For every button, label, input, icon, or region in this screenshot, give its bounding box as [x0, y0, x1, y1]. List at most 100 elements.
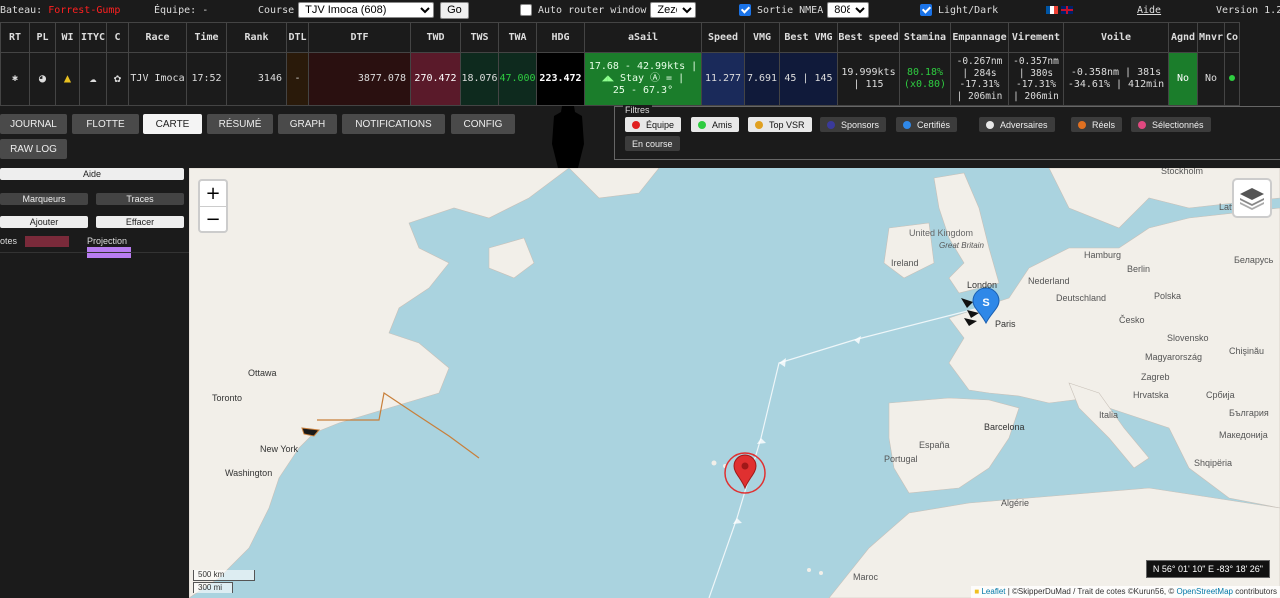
traces-button[interactable]: Traces — [96, 193, 184, 205]
tab-journal[interactable]: JOURNAL — [0, 114, 67, 134]
africa-land — [828, 487, 1280, 598]
coastline-color-swatch[interactable] — [25, 236, 69, 247]
header-cell[interactable]: ITYC — [79, 22, 107, 53]
auto-router-label: Auto router window — [538, 4, 647, 16]
north-america-land — [189, 168, 570, 598]
map-label: Italia — [1099, 410, 1118, 420]
version-text: Version 1.2.3 — [1216, 4, 1280, 16]
tab-flotte[interactable]: FLOTTE — [72, 114, 139, 134]
sail-change-cell: -0.358nm | 381s -34.61% | 412min — [1063, 52, 1169, 106]
filter-certifies[interactable]: Certifiés — [896, 117, 958, 132]
top-bar: Bateau: Forrest-Gump Équipe: - Course TJ… — [0, 0, 1280, 22]
header-cell[interactable]: TWS — [460, 22, 499, 53]
go-button[interactable]: Go — [440, 1, 469, 19]
osm-link[interactable]: OpenStreetMap — [1176, 587, 1232, 596]
nmea-port-select[interactable]: 8081 — [827, 2, 870, 18]
tab-resume[interactable]: RÉSUMÉ — [207, 114, 273, 134]
map[interactable]: S Stockholm Latvija United Kingdom Great… — [189, 168, 1280, 598]
twa-cell: 47.000 — [498, 52, 537, 106]
tab-notifications[interactable]: NOTIFICATIONS — [342, 114, 445, 134]
zoom-out-button[interactable]: − — [200, 207, 226, 232]
header-cell[interactable]: DTF — [308, 22, 411, 53]
filter-selectionnes[interactable]: Sélectionnés — [1131, 117, 1211, 132]
header-cell[interactable]: Virement — [1008, 22, 1064, 53]
tack-duration: | 206min — [1013, 90, 1059, 102]
greenland-land — [568, 168, 660, 199]
markers-button[interactable]: Marqueurs — [0, 193, 88, 205]
header-cell[interactable]: aSail — [584, 22, 702, 53]
tab-config[interactable]: CONFIG — [451, 114, 515, 134]
gybe-duration: | 206min — [956, 90, 1003, 102]
header-cell[interactable]: Voile — [1063, 22, 1169, 53]
gybe-distance: -0.267nm — [956, 56, 1003, 67]
header-cell[interactable]: Agnd — [1168, 22, 1198, 53]
header-cell[interactable]: RT — [0, 22, 30, 53]
header-cell[interactable]: Co — [1224, 22, 1240, 53]
router-select[interactable]: Zezo — [650, 2, 697, 18]
filter-amis[interactable]: Amis — [691, 117, 739, 132]
english-flag-icon[interactable] — [1061, 6, 1073, 14]
auto-router-checkbox[interactable] — [520, 4, 532, 16]
leaflet-link[interactable]: Leaflet — [981, 587, 1005, 596]
help-link[interactable]: Aide — [1137, 0, 1161, 20]
header-cell[interactable]: Empannage — [950, 22, 1009, 53]
tab-raw-log[interactable]: RAW LOG — [0, 139, 67, 159]
ityc-cell: ☁ — [79, 52, 107, 106]
filter-equipe[interactable]: Équipe — [625, 117, 682, 132]
header-cell[interactable]: TWD — [410, 22, 461, 53]
filter-reels[interactable]: Réels — [1071, 117, 1123, 132]
map-label: Беларусь — [1234, 255, 1274, 265]
add-button[interactable]: Ajouter — [0, 216, 88, 228]
map-label: България — [1229, 408, 1269, 418]
header-cell[interactable]: TWA — [498, 22, 537, 53]
map-label: Zagreb — [1141, 372, 1170, 382]
header-cell[interactable]: Race — [128, 22, 187, 53]
rt-cell: ✱ — [0, 52, 30, 106]
filter-dot-icon — [903, 120, 911, 129]
clear-button[interactable]: Effacer — [96, 216, 184, 228]
flower-icon: ✿ — [113, 71, 122, 85]
header-cell[interactable]: Rank — [226, 22, 287, 53]
theme-checkbox[interactable] — [920, 4, 932, 16]
header-cell[interactable]: Stamina — [899, 22, 951, 53]
header-cell[interactable]: VMG — [744, 22, 780, 53]
filter-dot-icon — [755, 120, 763, 129]
filter-en-course[interactable]: En course — [625, 136, 680, 151]
projection-label: Projection — [87, 236, 128, 246]
nmea-group: Sortie NMEA 8081 — [739, 0, 870, 20]
gybe-cell: -0.267nm | 284s -17.31% | 206min — [950, 52, 1009, 106]
time-cell: 17:52 — [186, 52, 227, 106]
team-label: Équipe: — [154, 4, 197, 16]
help-button[interactable]: Aide — [0, 168, 184, 180]
cursor-coordinates: N 56° 01' 10" E -83° 18' 26" — [1145, 560, 1270, 578]
header-cell[interactable]: PL — [29, 22, 56, 53]
stamina-value: 80.18% — [906, 67, 944, 78]
table-row[interactable]: ✱ ◕ ▲ ☁ ✿ TJV Imoca 17:52 3146 - 3877.07… — [0, 52, 1240, 106]
filter-sponsors[interactable]: Sponsors — [820, 117, 887, 132]
sail-change-line1: -0.358nm | 381s — [1070, 67, 1162, 78]
header-cell[interactable]: Mnvr — [1197, 22, 1225, 53]
filter-dot-icon — [827, 120, 835, 129]
map-label: Toronto — [212, 393, 242, 403]
header-cell[interactable]: WI — [55, 22, 80, 53]
header-cell[interactable]: HDG — [536, 22, 585, 53]
header-cell[interactable]: DTL — [286, 22, 309, 53]
layers-button[interactable] — [1232, 178, 1272, 218]
header-cell[interactable]: Best speed — [837, 22, 900, 53]
tab-carte[interactable]: CARTE — [143, 114, 202, 134]
header-cell[interactable]: Speed — [701, 22, 745, 53]
header-cell[interactable]: Best VMG — [779, 22, 838, 53]
filter-adversaires[interactable]: Adversaires — [979, 117, 1055, 132]
nmea-checkbox[interactable] — [739, 4, 751, 16]
course-select[interactable]: TJV Imoca (608) — [298, 2, 435, 18]
header-cell[interactable]: C — [106, 22, 129, 53]
french-flag-icon[interactable] — [1046, 6, 1058, 14]
filter-top-vsr[interactable]: Top VSR — [748, 117, 812, 132]
header-cell[interactable]: Time — [186, 22, 227, 53]
zoom-in-button[interactable]: + — [200, 181, 226, 207]
map-label: Hamburg — [1084, 250, 1121, 260]
tab-graph[interactable]: GRAPH — [278, 114, 337, 134]
newfoundland-land — [488, 237, 535, 279]
map-label: Deutschland — [1056, 293, 1106, 303]
attribution-text: | ©SkipperDuMad / Trait de cotes ©Kurun5… — [1007, 587, 1175, 596]
